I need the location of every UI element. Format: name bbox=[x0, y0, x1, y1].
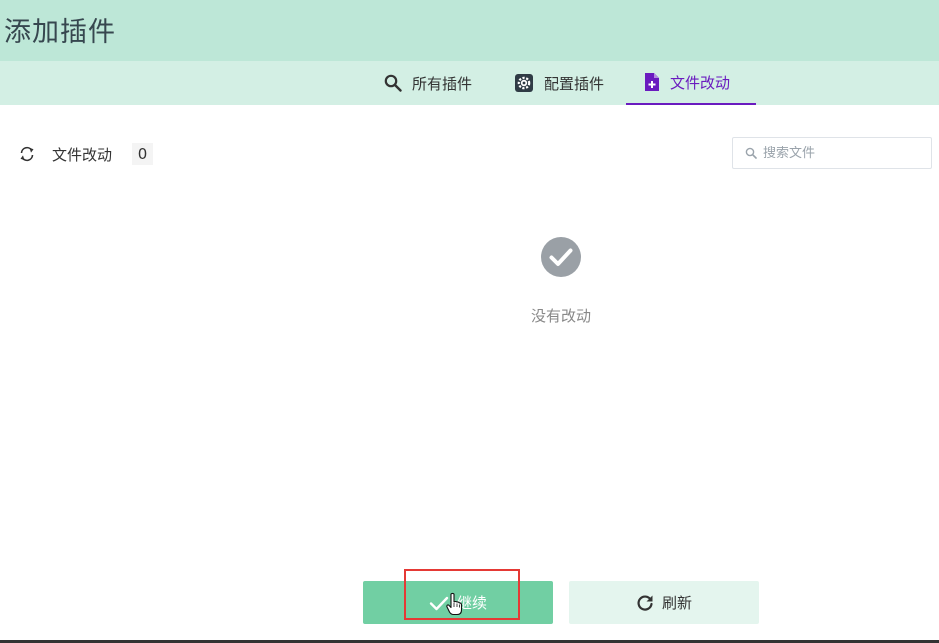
search-files-input[interactable] bbox=[763, 145, 923, 161]
file-changes-label: 文件改动 bbox=[52, 146, 113, 164]
tab-all-plugins[interactable]: 所有插件 bbox=[384, 61, 488, 105]
file-plus-icon bbox=[645, 73, 659, 91]
check-circle-icon bbox=[541, 237, 581, 277]
sync-icon[interactable] bbox=[18, 145, 36, 163]
refresh-icon bbox=[637, 594, 653, 611]
tab-file-changes[interactable]: 文件改动 bbox=[626, 61, 756, 105]
tab-label: 配置插件 bbox=[544, 74, 605, 93]
search-icon bbox=[745, 147, 757, 159]
refresh-label: 刷新 bbox=[661, 594, 692, 612]
tab-label: 文件改动 bbox=[670, 73, 731, 92]
tab-bar: 所有插件 配置插件 文件改动 bbox=[0, 61, 939, 105]
page-title: 添加插件 bbox=[4, 17, 116, 48]
tab-config-plugins[interactable]: 配置插件 bbox=[514, 61, 618, 105]
search-files-box[interactable] bbox=[732, 137, 932, 169]
page-header: 添加插件 bbox=[0, 0, 939, 61]
gear-icon bbox=[515, 74, 533, 92]
search-icon bbox=[384, 74, 402, 92]
empty-state-message: 没有改动 bbox=[530, 307, 591, 325]
changes-count-badge: 0 bbox=[132, 143, 153, 165]
refresh-button[interactable]: 刷新 bbox=[569, 581, 759, 624]
tab-label: 所有插件 bbox=[412, 74, 473, 93]
hand-cursor-icon bbox=[446, 592, 462, 616]
